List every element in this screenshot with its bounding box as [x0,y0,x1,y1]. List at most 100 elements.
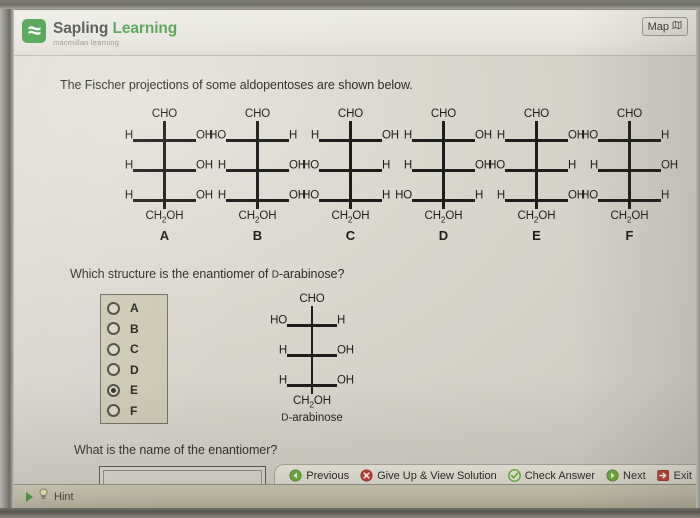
choice-option-e[interactable]: E [107,380,165,400]
choice-option-c[interactable]: C [107,339,165,359]
radio-button-d[interactable] [107,363,120,376]
structure-spine [442,121,445,209]
structure-top-group: CHO [244,108,271,120]
rung-left-substituent: H [589,159,598,171]
rung-right-substituent: H [382,159,391,171]
rung-left-substituent: HO [488,159,505,171]
structure-top-group: CHO [151,108,178,120]
radio-button-e[interactable] [107,383,120,397]
hint-bar: Hint [14,484,696,508]
rung-bond [412,139,475,142]
action-label: Next [623,469,646,482]
lightbulb-icon [38,488,49,506]
rung-left-substituent: H [278,344,287,356]
structure-backbone: HOHHOHHOH [395,121,492,209]
action-label: Check Answer [524,469,596,482]
monitor-bottom-bezel [0,508,700,518]
rung-bond [287,324,337,327]
answer-choices-panel: ABCDEF [100,294,168,424]
choice-option-f[interactable]: F [107,401,165,421]
rung-right-substituent: H [289,129,298,141]
structure-letter-label: F [625,228,634,244]
brand-logo-block[interactable]: Sapling Learning macmillan learning [22,19,177,48]
fischer-projection-row: CHO H OH H OH H OH CH2OH A CHO HO H H OH H OH CH2OH B CHO H… [118,108,678,253]
monitor-right-bezel [696,9,700,518]
choice-label: E [130,383,139,397]
map-button[interactable]: Map [641,17,688,36]
rung-left-substituent: H [496,129,505,141]
structure-letter-label: E [532,228,541,244]
rung-left-substituent: H [403,159,412,171]
rung-left-substituent: HO [395,189,412,201]
radio-button-b[interactable] [107,322,120,335]
choice-label: B [130,321,139,336]
radio-button-a[interactable] [107,301,120,315]
structure-bottom-group: CH2OH [238,210,277,225]
rung-bond [133,169,196,172]
fischer-structure-c: CHO H OH HO H HO H CH2OH C [302,108,399,253]
arrow-right-circle-icon [606,469,619,482]
structure-top-group: CHO [430,108,457,120]
fischer-structure-e: CHO H OH HO H H OH CH2OH E [488,108,585,253]
rung-bond [226,199,289,202]
structure-spine [163,121,166,209]
sapling-leaf-icon [22,19,46,43]
choice-option-a[interactable]: A [107,298,165,318]
structure-backbone: HOHHOHHOH [488,121,585,209]
enantiomer-name-input-value [103,470,262,485]
rung-bond [226,169,289,172]
enantiomer-question-text: Which structure is the enantiomer of D-a… [70,267,344,281]
rung-right-substituent: H [475,189,484,201]
rung-left-substituent: H [310,129,319,141]
choice-label: C [130,342,139,356]
arabinose-backbone: HO H H OH H OH [257,306,367,394]
exit-button[interactable]: Exit [656,469,692,482]
radio-button-c[interactable] [107,342,120,356]
choice-label: D [130,362,139,377]
choice-option-d[interactable]: D [107,360,165,380]
structure-bottom-group: CH2OH [331,210,370,225]
structure-letter-label: A [159,228,170,244]
rung-bond [319,139,382,142]
rung-left-substituent: H [217,189,226,201]
question-d-prefix: D [271,269,279,281]
hint-label: Hint [54,491,74,503]
fischer-structure-b: CHO HO H H OH H OH CH2OH B [209,108,306,253]
fischer-structure-d: CHO H OH H OH HO H CH2OH D [395,108,492,253]
name-question-text: What is the name of the enantiomer? [74,443,278,457]
rung-right-substituent: H [661,189,670,201]
rung-right-substituent: H [661,129,670,141]
radio-selected-dot [111,387,116,393]
give-up-view-solution-button[interactable]: Give Up & View Solution [360,469,497,482]
next-button[interactable]: Next [606,469,646,482]
rung-bond [505,169,568,172]
hint-button[interactable]: Hint [26,488,74,506]
rung-left-substituent: HO [581,129,598,141]
play-triangle-icon [26,492,33,502]
rung-left-substituent: H [496,189,505,201]
rung-bond [505,139,568,142]
previous-button[interactable]: Previous [289,469,349,482]
map-button-label: Map [647,20,669,33]
brand-subtitle: macmillan learning [53,38,120,47]
rung-bond [319,199,382,202]
question-prefix: Which structure is the enantiomer of [70,267,272,281]
structure-letter-label: B [252,228,263,244]
radio-button-f[interactable] [107,404,120,417]
choice-label: A [130,301,139,315]
rung-left-substituent: HO [302,159,319,171]
choice-label: F [130,403,138,418]
intro-text: The Fischer projections of some aldopent… [60,78,413,92]
rung-left-substituent: H [124,129,133,141]
action-label: Give Up & View Solution [377,469,497,482]
rung-right-substituent: H [382,189,391,201]
check-answer-button[interactable]: Check Answer [507,469,596,482]
choice-option-b[interactable]: B [107,319,165,339]
map-icon [672,20,682,33]
action-label: Exit [673,469,692,482]
photographed-screen-frame: Sapling Learning macmillan learning Map … [0,0,700,518]
rung-right-substituent: H [337,314,346,326]
brand-primary: Sapling [53,20,109,37]
rung-left-substituent: H [403,129,412,141]
x-circle-icon [360,469,373,482]
